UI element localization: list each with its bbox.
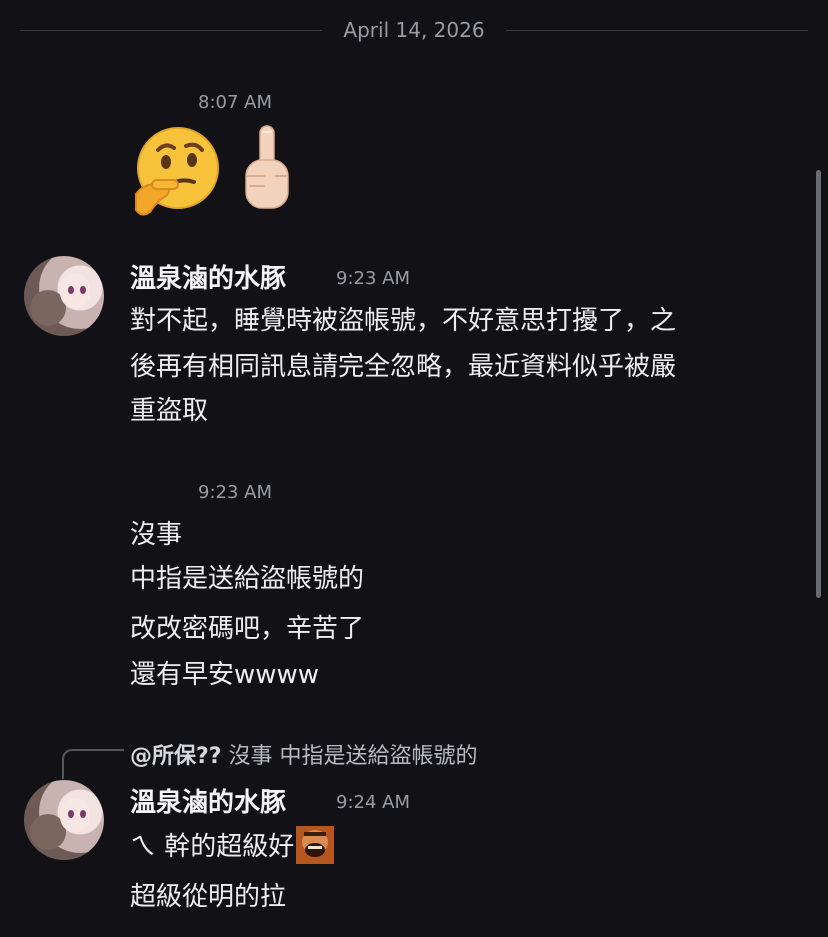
message-timestamp: 9:23 AM (336, 268, 410, 289)
divider-line-right (506, 30, 808, 31)
reply-author[interactable]: @所保?? (130, 744, 222, 769)
laughing-man-emoji-icon[interactable] (296, 825, 335, 864)
message-timestamp: 8:07 AM (198, 92, 272, 113)
message-line: ㄟ 幹的超級好 (130, 824, 335, 870)
message-line: 還有早安wwww (130, 660, 320, 690)
message-line-text: ㄟ 幹的超級好 (130, 832, 295, 862)
date-label: April 14, 2026 (343, 18, 485, 42)
user-avatar[interactable] (24, 256, 104, 336)
reply-connector (62, 749, 124, 779)
message-line: 中指是送給盜帳號的 (130, 564, 365, 594)
thinking-face-icon[interactable] (130, 124, 222, 216)
message-line: 改改密碼吧，辛苦了 (130, 614, 365, 644)
reply-preview[interactable]: @所保?? 沒事 中指是送給盜帳號的 (130, 738, 478, 770)
divider-line-left (20, 30, 322, 31)
scrollbar[interactable] (816, 170, 821, 598)
username[interactable]: 溫泉滷的水豚 (130, 258, 286, 295)
message-line: 沒事 (130, 520, 183, 550)
message-timestamp: 9:24 AM (336, 792, 410, 813)
date-separator: April 14, 2026 (0, 14, 828, 46)
user-avatar[interactable] (24, 780, 104, 860)
message-line: 超級從明的拉 (130, 882, 287, 912)
message-line: 對不起，睡覺時被盜帳號，不好意思打擾了，之 (130, 306, 677, 336)
reply-snippet[interactable]: 沒事 中指是送給盜帳號的 (229, 744, 478, 769)
message-line: 後再有相同訊息請完全忽略，最近資料似乎被嚴 (130, 352, 677, 382)
username[interactable]: 溫泉滷的水豚 (130, 782, 286, 819)
message-line: 重盜取 (130, 396, 209, 426)
message-timestamp: 9:23 AM (198, 482, 272, 503)
middle-finger-icon[interactable] (238, 124, 298, 216)
